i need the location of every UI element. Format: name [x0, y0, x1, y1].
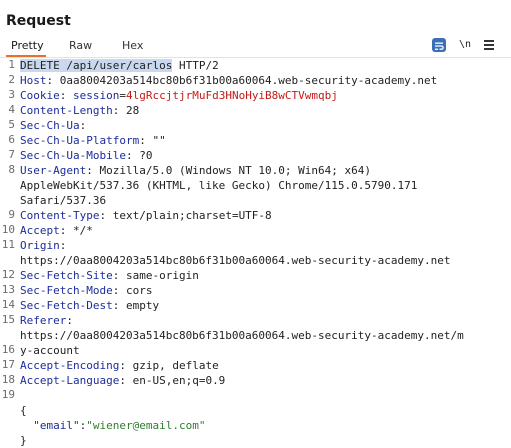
line-number: 8: [8, 163, 15, 176]
header-value: empty: [125, 299, 160, 312]
header-value: 0aa8004203a514bc80b6f31b00a60064.web-sec…: [59, 74, 438, 87]
line-number: 12: [1, 268, 15, 281]
line-number: 4: [8, 103, 15, 116]
header-line: Sec-Fetch-Mode: cors: [20, 284, 153, 297]
header-continuation: AppleWebKit/537.36 (KHTML, like Gecko) C…: [20, 179, 418, 192]
json-value: "wiener@email.com": [86, 419, 206, 432]
header-name: User-Agent: [20, 164, 87, 177]
header-name: Host: [20, 74, 47, 87]
header-line: Accept: */*: [20, 224, 93, 237]
request-editor[interactable]: 1 2 3 4 5 6 7 8 9 10 11 12 13 14 15 16 1…: [0, 58, 511, 447]
header-line: Accept-Encoding: gzip, deflate: [20, 359, 219, 372]
json-open-brace: {: [20, 404, 27, 417]
header-name: Sec-Ch-Ua-Platform: [20, 134, 140, 147]
header-line: Sec-Fetch-Dest: empty: [20, 299, 160, 312]
header-value: ?0: [139, 149, 153, 162]
header-name: Cookie: [20, 89, 60, 102]
line-number: 2: [8, 73, 15, 86]
header-continuation: https://0aa8004203a514bc80b6f31b00a60064…: [20, 329, 464, 342]
cookie-value: 4lgRccjtjrMuFd3HNoHyiB8wCTVwmqbj: [125, 89, 338, 102]
header-value: cors: [125, 284, 153, 297]
newline-toggle-button[interactable]: \n: [459, 38, 471, 52]
line-number: 18: [1, 373, 15, 386]
header-name: Referer: [20, 314, 67, 327]
json-key: "email": [33, 419, 80, 432]
header-line: Sec-Ch-Ua:: [20, 119, 87, 132]
header-line: Cookie: session=4lgRccjtjrMuFd3HNoHyiB8w…: [20, 89, 338, 102]
line-number: 9: [8, 208, 15, 221]
header-line: Content-Length: 28: [20, 104, 140, 117]
line-number: 5: [8, 118, 15, 131]
header-value: */*: [73, 224, 93, 237]
tab-raw[interactable]: Raw: [69, 39, 92, 52]
header-line: User-Agent: Mozilla/5.0 (Windows NT 10.0…: [20, 164, 372, 177]
header-name: Content-Type: [20, 209, 100, 222]
header-line: Referer:: [20, 314, 73, 327]
panel-title: Request: [6, 13, 71, 29]
header-value: Mozilla/5.0 (Windows NT 10.0; Win64; x64…: [99, 164, 372, 177]
line-number: 19: [1, 388, 15, 401]
line-number: 11: [1, 238, 15, 251]
hamburger-menu-icon[interactable]: [484, 38, 494, 52]
json-close-brace: }: [20, 434, 27, 447]
header-name: Sec-Ch-Ua-Mobile: [20, 149, 126, 162]
tab-hex[interactable]: Hex: [122, 39, 143, 52]
cookie-name: session: [73, 89, 120, 102]
header-line: Sec-Fetch-Site: same-origin: [20, 269, 199, 282]
request-line: DELETE /api/user/carlos HTTP/2: [20, 59, 219, 73]
header-name: Accept-Encoding: [20, 359, 120, 372]
line-number: 13: [1, 283, 15, 296]
json-line: "email":"wiener@email.com": [33, 419, 206, 432]
header-name: Accept: [20, 224, 60, 237]
header-name: Sec-Fetch-Dest: [20, 299, 113, 312]
header-name: Sec-Fetch-Site: [20, 269, 113, 282]
request-method: DELETE: [20, 59, 60, 72]
header-continuation: https://0aa8004203a514bc80b6f31b00a60064…: [20, 254, 451, 267]
line-number: 14: [1, 298, 15, 311]
header-value: text/plain;charset=UTF-8: [112, 209, 272, 222]
header-line: Sec-Ch-Ua-Platform: "": [20, 134, 166, 147]
header-value: "": [152, 134, 166, 147]
header-value: same-origin: [125, 269, 199, 282]
line-number: 1: [8, 58, 15, 71]
header-line: Host: 0aa8004203a514bc80b6f31b00a60064.w…: [20, 74, 438, 87]
line-number: 15: [1, 313, 15, 326]
header-continuation: Safari/537.36: [20, 194, 107, 207]
header-line: Sec-Ch-Ua-Mobile: ?0: [20, 149, 153, 162]
header-name: Sec-Ch-Ua: [20, 119, 80, 132]
line-number: 17: [1, 358, 15, 371]
tab-pretty[interactable]: Pretty: [11, 39, 44, 52]
header-name: Accept-Language: [20, 374, 120, 387]
request-protocol: HTTP/2: [178, 59, 219, 72]
header-value: en-US,en;q=0.9: [132, 374, 226, 387]
line-number: 7: [8, 148, 15, 161]
header-line: Origin:: [20, 239, 67, 252]
header-value: gzip, deflate: [132, 359, 219, 372]
header-name: Content-Length: [20, 104, 113, 117]
line-number: 16: [1, 343, 15, 356]
header-value: 28: [125, 104, 140, 117]
line-number: 3: [8, 88, 15, 101]
line-number: 6: [8, 133, 15, 146]
header-continuation: y-account: [20, 344, 80, 357]
header-line: Accept-Language: en-US,en;q=0.9: [20, 374, 226, 387]
header-name: Origin: [20, 239, 60, 252]
line-number: 10: [1, 223, 15, 236]
text-wrap-icon[interactable]: [432, 38, 446, 52]
header-line: Content-Type: text/plain;charset=UTF-8: [20, 209, 272, 222]
header-name: Sec-Fetch-Mode: [20, 284, 113, 297]
request-path: /api/user/carlos: [66, 59, 173, 72]
